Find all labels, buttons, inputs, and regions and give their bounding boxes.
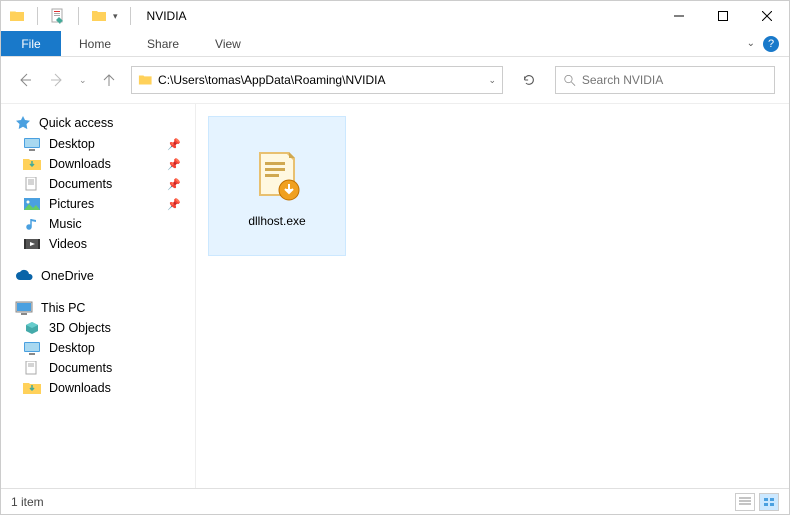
desktop-icon [23, 341, 41, 355]
sidebar-item-label: Documents [49, 361, 112, 375]
quick-access-toolbar: ▾ [9, 7, 137, 25]
folder-icon [9, 8, 25, 24]
search-box[interactable] [555, 66, 775, 94]
search-input[interactable] [582, 73, 766, 87]
star-icon [15, 115, 31, 131]
sidebar-item-this-pc[interactable]: This PC [1, 298, 195, 318]
downloads-icon [23, 157, 41, 171]
documents-icon [23, 177, 41, 191]
maximize-button[interactable] [701, 1, 745, 31]
folder-icon [138, 72, 152, 88]
music-icon [23, 217, 41, 231]
sidebar-item-pictures[interactable]: Pictures 📌 [1, 194, 195, 214]
ribbon-right: ⌄ ? [747, 31, 789, 56]
view-switcher [735, 493, 779, 511]
sidebar-item-label: This PC [41, 301, 85, 315]
sidebar-item-videos[interactable]: Videos [1, 234, 195, 254]
pin-icon: 📌 [167, 198, 181, 211]
sidebar-item-music[interactable]: Music [1, 214, 195, 234]
titlebar: ▾ NVIDIA [1, 1, 789, 31]
pictures-icon [23, 197, 41, 211]
view-large-icons-button[interactable] [759, 493, 779, 511]
help-button[interactable]: ? [763, 36, 779, 52]
separator [130, 7, 131, 25]
sidebar-item-label: Documents [49, 177, 112, 191]
3d-icon [23, 321, 41, 335]
desktop-icon [23, 137, 41, 151]
forward-button[interactable] [47, 72, 67, 88]
status-text: 1 item [11, 495, 44, 509]
statusbar: 1 item [1, 488, 789, 514]
sidebar-item-label: 3D Objects [49, 321, 111, 335]
file-name: dllhost.exe [248, 214, 305, 228]
view-details-button[interactable] [735, 493, 755, 511]
back-button[interactable] [15, 72, 35, 88]
sidebar-item-label: Pictures [49, 197, 94, 211]
folder-icon[interactable] [91, 8, 107, 24]
sidebar-item-label: Videos [49, 237, 87, 251]
refresh-button[interactable] [515, 66, 543, 94]
file-content-area[interactable]: dllhost.exe [196, 104, 789, 488]
installer-icon [247, 144, 307, 204]
sidebar-item-3d-objects[interactable]: 3D Objects [1, 318, 195, 338]
file-tab[interactable]: File [1, 31, 61, 56]
pin-icon: 📌 [167, 158, 181, 171]
tab-view[interactable]: View [197, 31, 259, 56]
sidebar: Quick access Desktop 📌 Downloads 📌 Docum… [1, 104, 196, 488]
sidebar-item-label: Quick access [39, 116, 113, 130]
close-button[interactable] [745, 1, 789, 31]
sidebar-item-downloads-pc[interactable]: Downloads [1, 378, 195, 398]
sidebar-item-label: Downloads [49, 157, 111, 171]
sidebar-item-quick-access[interactable]: Quick access [1, 112, 195, 134]
sidebar-item-label: Desktop [49, 341, 95, 355]
address-bar[interactable]: ⌄ [131, 66, 503, 94]
ribbon: File Home Share View ⌄ ? [1, 31, 789, 57]
videos-icon [23, 237, 41, 251]
sidebar-item-label: Downloads [49, 381, 111, 395]
separator [37, 7, 38, 25]
explorer-window: ▾ NVIDIA File Home Share View ⌄ ? ⌄ ⌄ [0, 0, 790, 515]
properties-icon[interactable] [50, 8, 66, 24]
pin-icon: 📌 [167, 178, 181, 191]
chevron-down-icon[interactable]: ⌄ [747, 38, 755, 49]
sidebar-item-downloads[interactable]: Downloads 📌 [1, 154, 195, 174]
cloud-icon [15, 269, 33, 283]
sidebar-item-desktop[interactable]: Desktop 📌 [1, 134, 195, 154]
pin-icon: 📌 [167, 138, 181, 151]
file-item[interactable]: dllhost.exe [208, 116, 346, 256]
chevron-down-icon[interactable]: ⌄ [488, 75, 496, 86]
qat-dropdown-icon[interactable]: ▾ [113, 11, 118, 22]
sidebar-item-label: Desktop [49, 137, 95, 151]
documents-icon [23, 361, 41, 375]
pc-icon [15, 301, 33, 315]
address-input[interactable] [158, 73, 482, 87]
downloads-icon [23, 381, 41, 395]
window-controls [657, 1, 789, 31]
recent-dropdown-icon[interactable]: ⌄ [79, 75, 87, 86]
sidebar-item-documents[interactable]: Documents 📌 [1, 174, 195, 194]
up-button[interactable] [99, 72, 119, 88]
window-title: NVIDIA [147, 9, 187, 23]
navbar: ⌄ ⌄ [1, 57, 789, 103]
body: Quick access Desktop 📌 Downloads 📌 Docum… [1, 103, 789, 488]
sidebar-item-onedrive[interactable]: OneDrive [1, 266, 195, 286]
minimize-button[interactable] [657, 1, 701, 31]
sidebar-item-label: OneDrive [41, 269, 94, 283]
sidebar-item-label: Music [49, 217, 82, 231]
sidebar-item-desktop-pc[interactable]: Desktop [1, 338, 195, 358]
tab-share[interactable]: Share [129, 31, 197, 56]
sidebar-item-documents-pc[interactable]: Documents [1, 358, 195, 378]
separator [78, 7, 79, 25]
search-icon [564, 74, 576, 87]
tab-home[interactable]: Home [61, 31, 129, 56]
